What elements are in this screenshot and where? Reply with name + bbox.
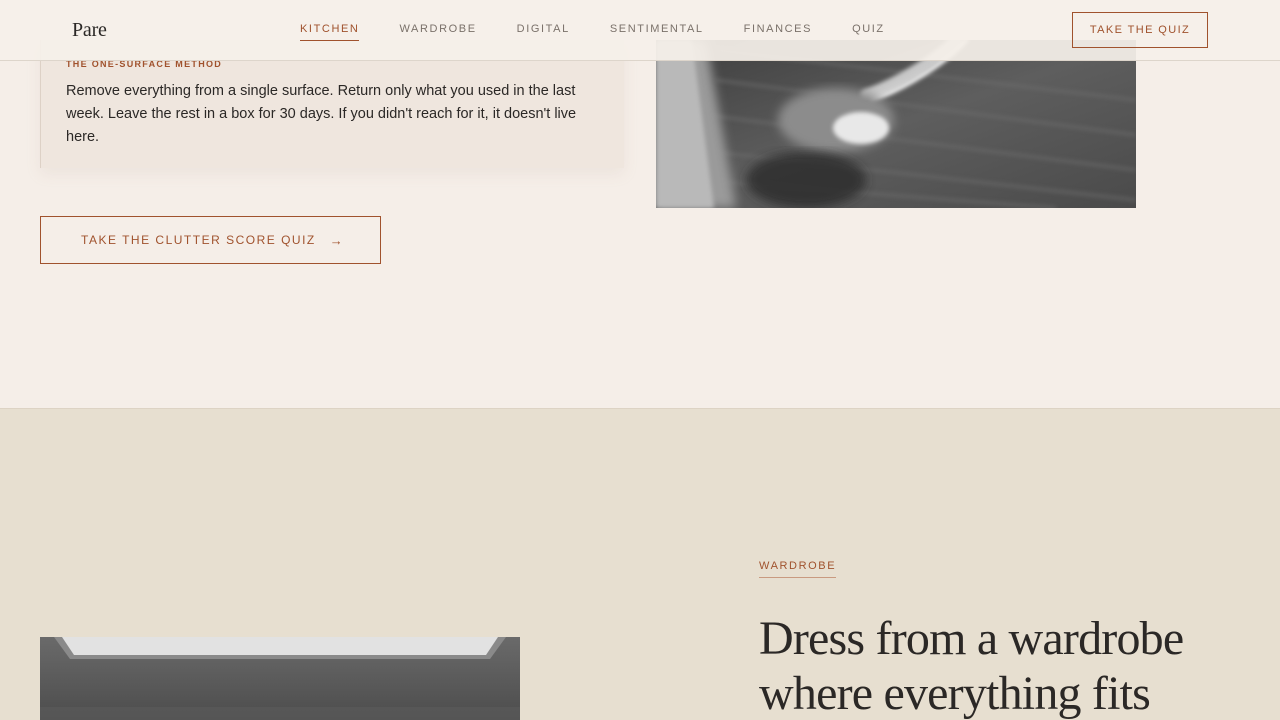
nav-link-quiz[interactable]: QUIZ [852,23,885,41]
clutter-quiz-button[interactable]: TAKE THE CLUTTER SCORE QUIZ → [40,216,381,264]
closet-photo [40,637,520,720]
nav-link-digital[interactable]: DIGITAL [517,23,570,41]
nav-link-wardrobe[interactable]: WARDROBE [399,23,476,41]
wardrobe-section: WARDROBE Dress from a wardrobe where eve… [0,408,1280,720]
closet-photo-image [40,637,520,720]
nav-links: KITCHEN WARDROBE DIGITAL SENTIMENTAL FIN… [300,23,885,41]
arrow-right-icon: → [329,232,343,248]
logo[interactable]: Pare [72,19,107,42]
section-heading: Dress from a wardrobe where everything f… [759,612,1184,720]
nav-link-finances[interactable]: FINANCES [744,23,812,41]
nav-link-kitchen[interactable]: KITCHEN [300,23,360,41]
clutter-quiz-button-label: TAKE THE CLUTTER SCORE QUIZ [81,233,316,247]
nav-link-sentimental[interactable]: SENTIMENTAL [610,23,704,41]
spoon-photo [656,40,1136,208]
top-nav: Pare KITCHEN WARDROBE DIGITAL SENTIMENTA… [0,0,1280,61]
spoon-photo-image [656,40,1136,208]
section-tag-wardrobe: WARDROBE [759,560,837,578]
take-quiz-button[interactable]: TAKE THE QUIZ [1072,12,1208,48]
method-description: Remove everything from a single surface.… [66,83,577,145]
